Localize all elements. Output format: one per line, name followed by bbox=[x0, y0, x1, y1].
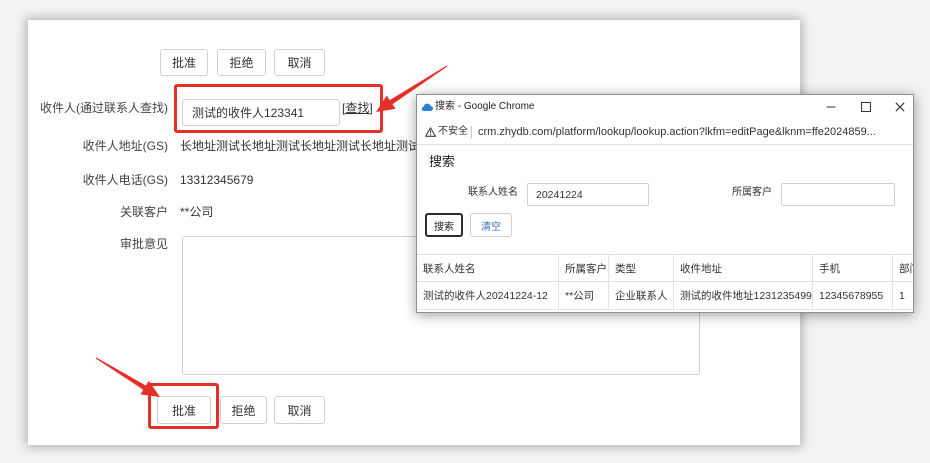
table-cell[interactable]: **公司 bbox=[558, 281, 609, 310]
approve-button-bottom[interactable]: 批准 bbox=[157, 396, 211, 424]
address-label: 收件人地址(GS) bbox=[82, 139, 168, 153]
comment-label: 审批意见 bbox=[119, 237, 168, 251]
warning-icon[interactable] bbox=[425, 127, 436, 140]
customer-filter-label: 所属客户 bbox=[732, 187, 772, 198]
table-header-row: 联系人姓名 所属客户 类型 收件地址 手机 部门 bbox=[417, 254, 913, 282]
customer-value: **公司 bbox=[180, 205, 214, 219]
contact-name-filter-input[interactable] bbox=[527, 183, 649, 206]
lookup-popup-window: 搜索 - Google Chrome 不安全 crm.zhydb.com/pla… bbox=[416, 94, 914, 313]
table-header-cell: 联系人姓名 bbox=[417, 254, 559, 282]
table-cell[interactable]: 1 bbox=[892, 281, 913, 310]
address-bar[interactable]: 不安全 crm.zhydb.com/platform/lookup/lookup… bbox=[417, 119, 913, 145]
customer-label: 关联客户 bbox=[119, 205, 168, 219]
table-header-cell: 手机 bbox=[812, 254, 893, 282]
security-label[interactable]: 不安全 bbox=[438, 119, 468, 145]
address-value: 长地址测试长地址测试长地址测试长地址测试 bbox=[180, 139, 421, 153]
popup-heading: 搜索 bbox=[429, 154, 456, 169]
approve-button-top[interactable]: 批准 bbox=[160, 49, 208, 76]
url-text[interactable]: crm.zhydb.com/platform/lookup/lookup.act… bbox=[478, 119, 910, 145]
reject-button-top[interactable]: 拒绝 bbox=[217, 49, 266, 76]
table-header-cell: 所属客户 bbox=[558, 254, 609, 282]
minimize-icon[interactable] bbox=[826, 102, 836, 112]
contact-name-filter-label: 联系人姓名 bbox=[468, 187, 518, 198]
search-button[interactable]: 搜索 bbox=[425, 213, 463, 237]
window-title: 搜索 - Google Chrome bbox=[435, 101, 535, 112]
address-separator bbox=[471, 126, 472, 138]
results-table: 联系人姓名 所属客户 类型 收件地址 手机 部门 测试的收件人20241224-… bbox=[417, 254, 913, 310]
clear-button[interactable]: 清空 bbox=[470, 213, 512, 237]
maximize-icon[interactable] bbox=[861, 102, 871, 112]
table-header-cell: 收件地址 bbox=[673, 254, 813, 282]
phone-value: 13312345679 bbox=[180, 173, 254, 187]
cancel-button-bottom[interactable]: 取消 bbox=[274, 396, 325, 424]
cancel-button-top[interactable]: 取消 bbox=[274, 49, 325, 76]
table-header-cell: 类型 bbox=[608, 254, 674, 282]
window-titlebar[interactable]: 搜索 - Google Chrome bbox=[417, 95, 913, 119]
table-row[interactable]: 测试的收件人20241224-12 **公司 企业联系人 测试的收件地址1231… bbox=[417, 281, 913, 310]
table-cell[interactable]: 企业联系人 bbox=[608, 281, 674, 310]
table-header-cell: 部门 bbox=[892, 254, 913, 282]
close-icon[interactable] bbox=[895, 102, 905, 112]
table-cell[interactable]: 12345678955 bbox=[812, 281, 893, 310]
annotation-highlight-recipient bbox=[174, 84, 383, 133]
recipient-label: 收件人(通过联系人查找) bbox=[40, 101, 168, 115]
customer-filter-input[interactable] bbox=[781, 183, 895, 206]
phone-label: 收件人电话(GS) bbox=[82, 173, 168, 187]
cloud-icon bbox=[421, 102, 434, 114]
reject-button-bottom[interactable]: 拒绝 bbox=[220, 396, 267, 424]
table-cell[interactable]: 测试的收件地址1231235499 bbox=[673, 281, 813, 310]
table-cell[interactable]: 测试的收件人20241224-12 bbox=[417, 281, 559, 310]
